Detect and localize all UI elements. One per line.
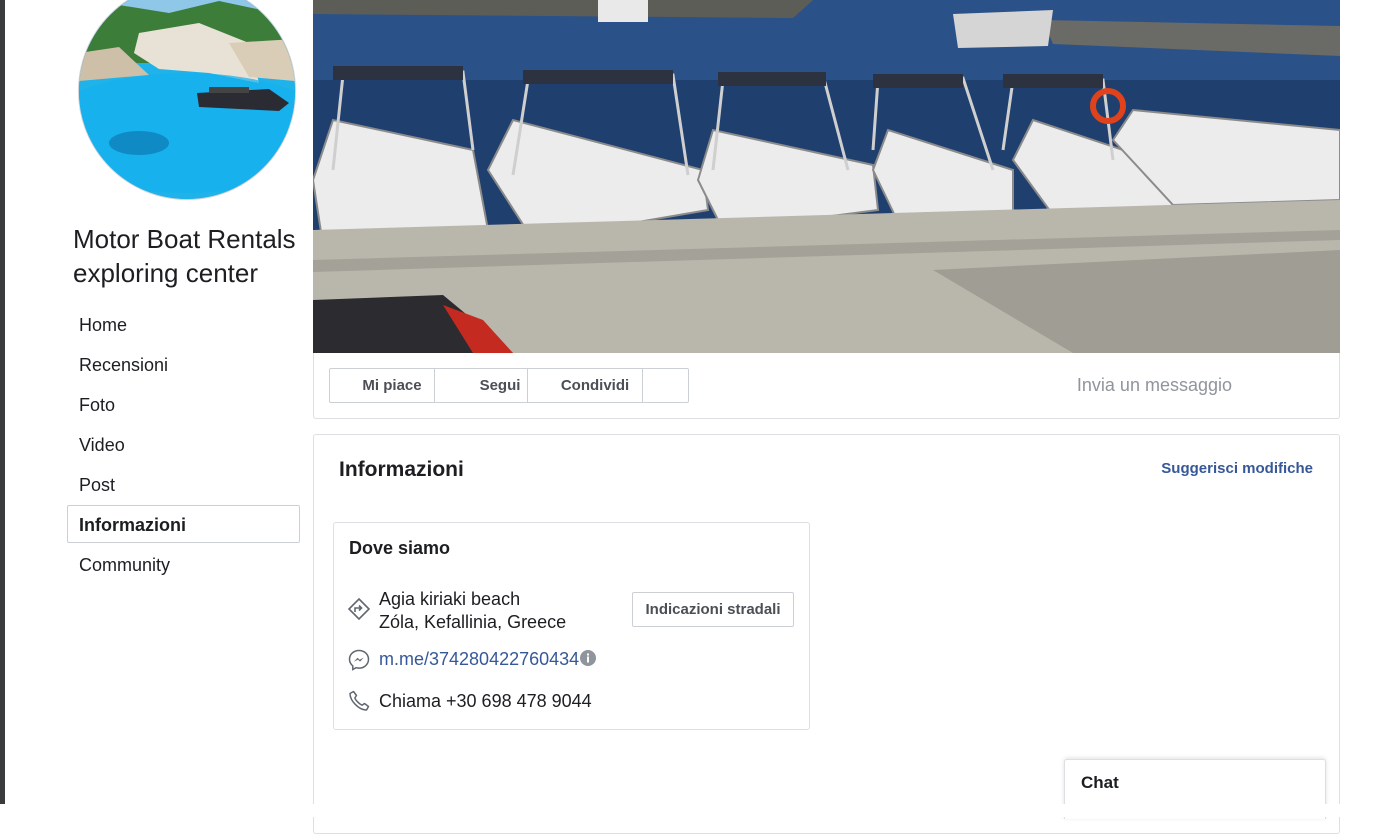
location-box: Dove siamo Agia kiriaki beach Zóla, Kefa… xyxy=(333,522,810,730)
address-line-2: Zóla, Kefallinia, Greece xyxy=(379,612,567,632)
share-button[interactable]: Condividi xyxy=(527,368,643,403)
more-options-button[interactable] xyxy=(642,368,689,403)
page-name[interactable]: Motor Boat Rentals exploring center xyxy=(73,222,313,290)
cover-photo[interactable] xyxy=(313,0,1340,353)
profile-picture[interactable] xyxy=(78,0,296,200)
nav-item-photos[interactable]: Foto xyxy=(67,385,300,423)
like-button[interactable]: Mi piace xyxy=(329,368,435,403)
info-icon[interactable] xyxy=(580,650,596,666)
messenger-link[interactable]: m.me/374280422760434 xyxy=(379,649,579,670)
page-navigation: Home Recensioni Foto Video Post Informaz… xyxy=(67,305,300,585)
messenger-icon xyxy=(348,649,370,671)
nav-item-home[interactable]: Home xyxy=(67,305,300,343)
chat-label: Chat xyxy=(1081,773,1119,792)
phone-number[interactable]: Chiama +30 698 478 9044 xyxy=(379,691,592,712)
print-footer xyxy=(0,804,1394,817)
location-title: Dove siamo xyxy=(349,538,451,558)
follow-button[interactable]: Segui xyxy=(434,368,528,403)
directions-icon xyxy=(347,597,371,621)
info-title: Informazioni xyxy=(339,458,464,481)
get-directions-button[interactable]: Indicazioni stradali xyxy=(632,592,794,627)
address-line-1: Agia kiriaki beach xyxy=(379,589,521,609)
suggest-edits-link[interactable]: Suggerisci modifiche xyxy=(1161,460,1313,477)
nav-item-community[interactable]: Community xyxy=(67,545,300,583)
send-message-button[interactable]: Invia un messaggio xyxy=(1077,375,1232,396)
nav-item-videos[interactable]: Video xyxy=(67,425,300,463)
nav-item-posts[interactable]: Post xyxy=(67,465,300,503)
nav-item-reviews[interactable]: Recensioni xyxy=(67,345,300,383)
page-action-bar: Mi piace Segui Condividi Invia un messag… xyxy=(313,353,1340,419)
window-edge xyxy=(0,0,5,817)
nav-item-info[interactable]: Informazioni xyxy=(67,505,300,543)
action-button-group: Mi piace Segui Condividi xyxy=(329,368,689,403)
phone-icon xyxy=(349,690,370,711)
